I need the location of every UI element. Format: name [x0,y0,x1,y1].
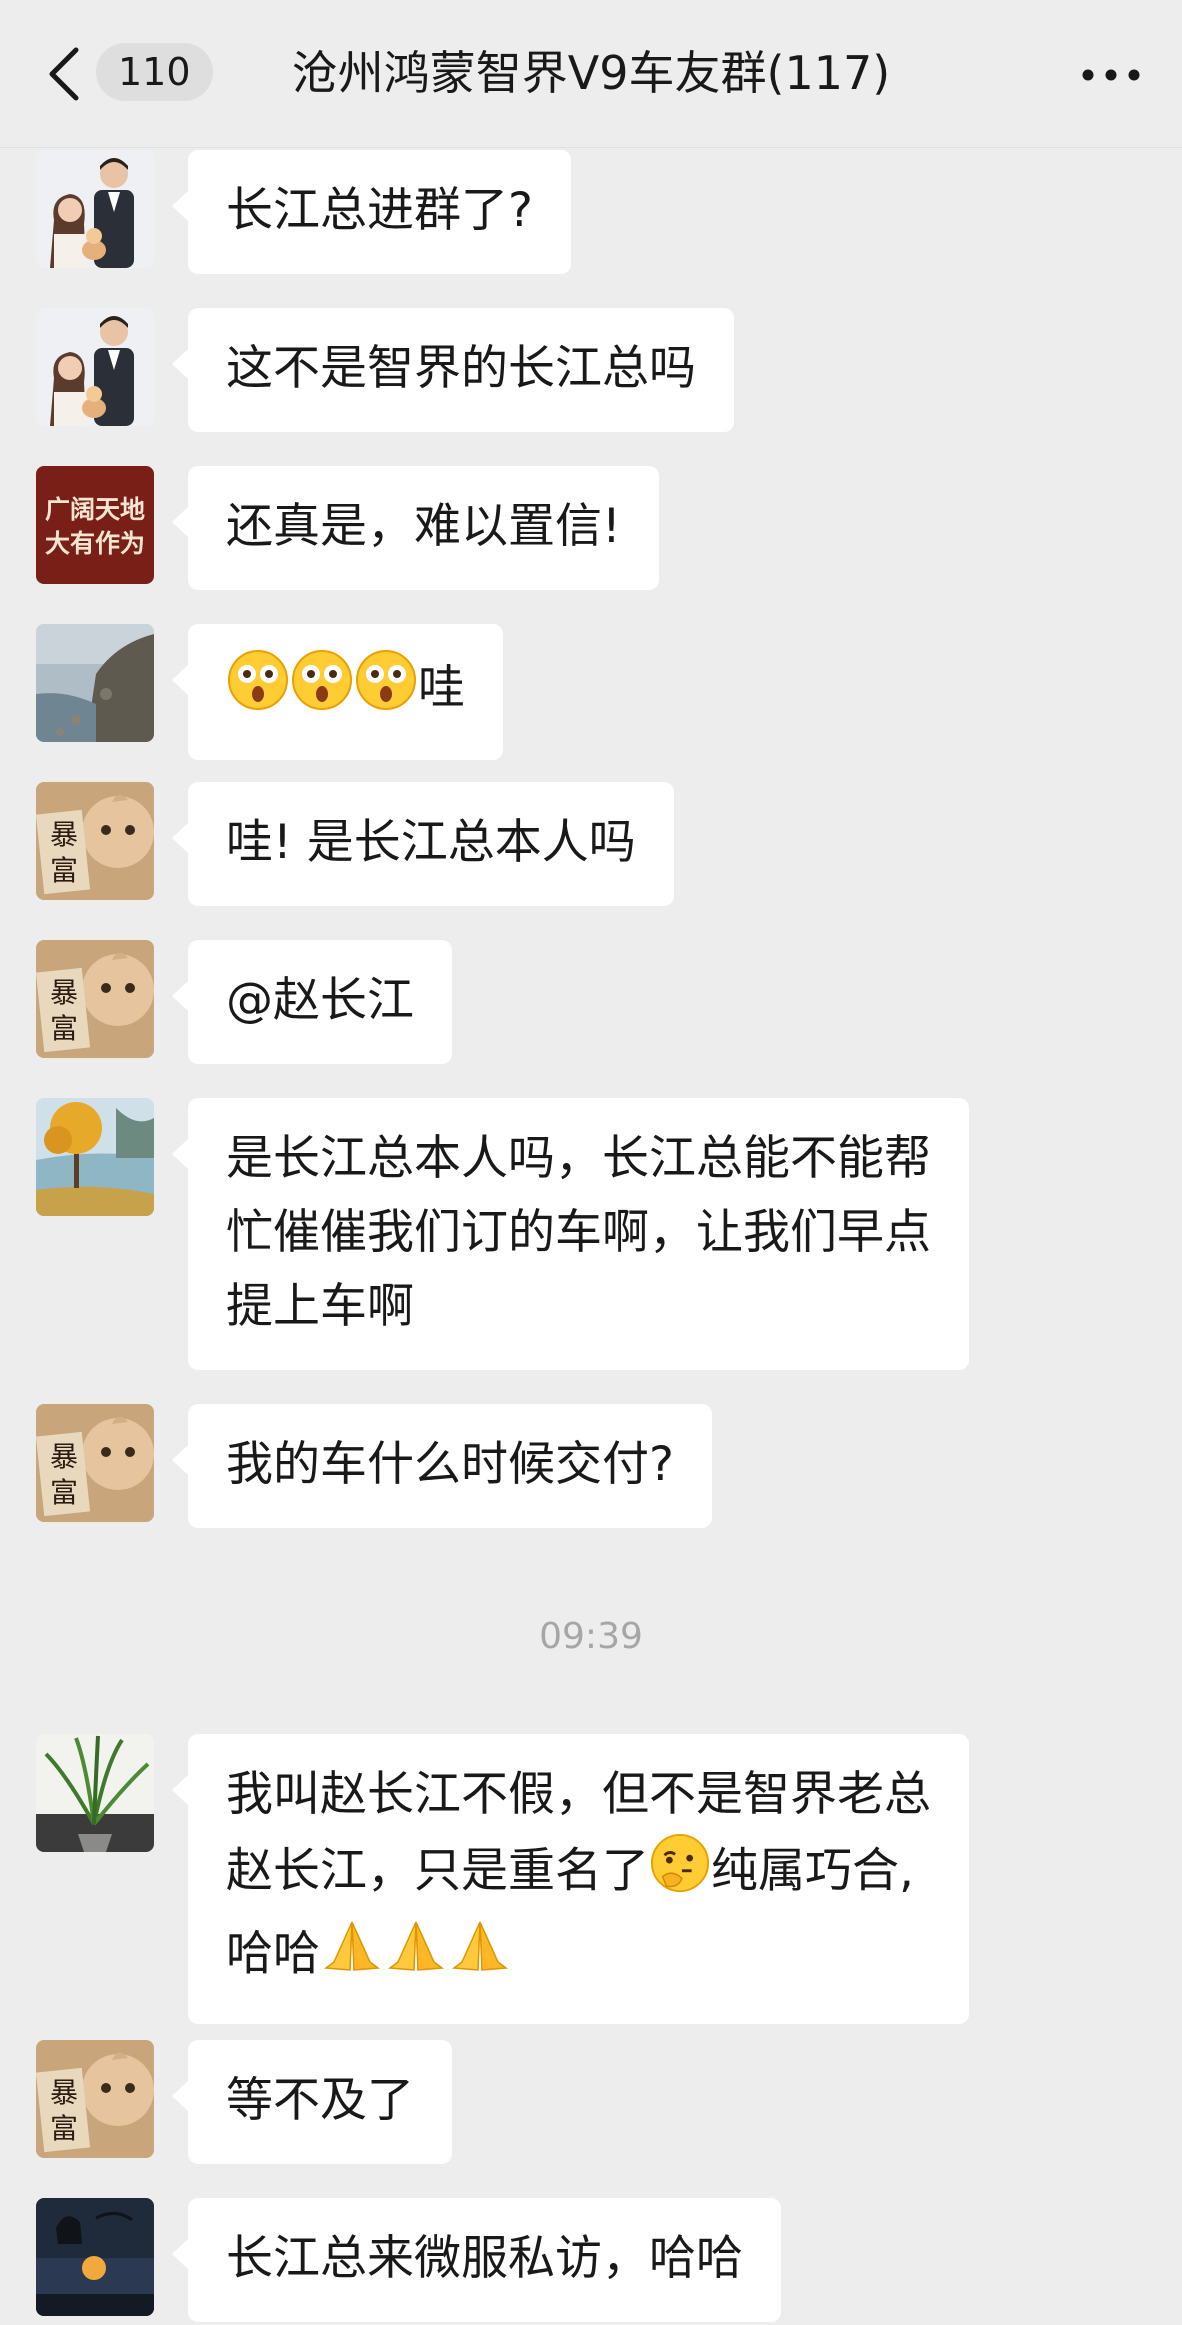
message-line: 提上车啊 [226,1279,414,1334]
astonished-emoji [354,648,418,734]
message-bubble[interactable]: 哇! 是长江总本人吗 [172,782,674,906]
message-bubble[interactable]: 还真是，难以置信! [172,466,659,590]
avatar-caption: 暴 [50,2076,78,2109]
praying-hands-emoji [384,1916,448,1998]
message-bubble[interactable]: 我的车什么时候交付? [172,1404,712,1528]
timestamp: 09:39 [539,1616,643,1657]
message-text: 我的车什么时候交付? [226,1437,674,1492]
message-text: 哈哈 [226,1926,320,1982]
message-text: 赵长江，只是重名了 [226,1843,649,1899]
avatar[interactable]: 暴 富 [36,782,154,900]
message-text: 哇! 是长江总本人吗 [226,815,636,870]
chat-title: 沧州鸿蒙智界V9车友群(117) [291,46,891,100]
avatar[interactable]: 暴 富 [36,2040,154,2158]
astonished-emoji [226,648,290,734]
message-bubble[interactable]: 我叫赵长江不假，但不是智界老总 赵长江，只是重名了 纯属巧合, 哈哈 [172,1734,969,2024]
message-text: 纯属巧合, [711,1843,914,1899]
avatar[interactable] [36,308,154,426]
avatar[interactable]: 暴 富 [36,1404,154,1522]
avatar[interactable]: 暴 富 [36,940,154,1058]
message-bubble[interactable]: 这不是智界的长江总吗 [172,308,734,432]
message-list[interactable]: 长江总进群了? 这不是智界的长江总吗 广阔天地 大有作为 还真是，难以置信! 哇… [0,148,1182,2325]
praying-hands-emoji [320,1916,384,1998]
avatar-caption: 暴 [50,818,78,851]
message-text: 这不是智界的长江总吗 [226,341,696,396]
message-text: 长江总进群了? [226,183,533,238]
avatar-caption: 富 [50,1476,78,1509]
message-text: @赵长江 [226,973,414,1028]
avatar-caption: 暴 [50,976,78,1009]
message-line: 忙催催我们订的车啊，让我们早点 [226,1205,931,1260]
message-text: 还真是，难以置信! [226,499,621,554]
avatar[interactable] [36,624,154,742]
avatar[interactable] [36,1098,154,1216]
message-line: 赵长江，只是重名了 纯属巧合, [226,1832,931,1916]
avatar-caption: 广阔天地 [45,495,145,524]
message-text: 等不及了 [226,2073,414,2128]
message-bubble[interactable]: 等不及了 [172,2040,452,2164]
more-options-icon[interactable] [1076,50,1146,100]
message-bubble[interactable]: 长江总来微服私访，哈哈 [172,2198,781,2322]
avatar[interactable] [36,2198,154,2316]
avatar[interactable]: 广阔天地 大有作为 [36,466,154,584]
chat-header: 110 沧州鸿蒙智界V9车友群(117) [0,0,1182,148]
message-line: 是长江总本人吗，长江总能不能帮 [226,1131,931,1186]
praying-hands-emoji [448,1916,512,1998]
message-line: 我叫赵长江不假，但不是智界老总 [226,1767,931,1822]
message-text: 哇 [418,660,465,716]
avatar-caption: 富 [50,854,78,887]
message-line: 哈哈 [226,1916,931,1998]
avatar[interactable] [36,1734,154,1852]
message-bubble[interactable]: @赵长江 [172,940,452,1064]
back-chevron-icon[interactable] [40,42,90,106]
message-text: 长江总来微服私访，哈哈 [226,2231,743,2286]
avatar-caption: 富 [50,1012,78,1045]
message-bubble[interactable]: 是长江总本人吗，长江总能不能帮 忙催催我们订的车啊，让我们早点 提上车啊 [172,1098,969,1370]
message-bubble[interactable]: 长江总进群了? [172,150,571,274]
astonished-emoji [290,648,354,734]
avatar-caption: 富 [50,2112,78,2145]
thinking-emoji [649,1832,711,1916]
avatar[interactable] [36,150,154,268]
avatar-caption: 大有作为 [45,529,145,558]
avatar-caption: 暴 [50,1440,78,1473]
message-bubble[interactable]: 哇 [172,624,503,760]
